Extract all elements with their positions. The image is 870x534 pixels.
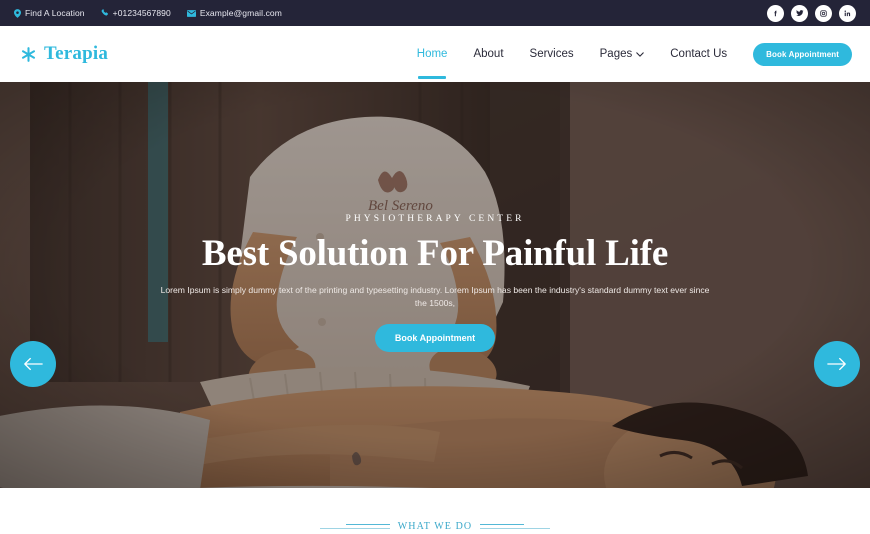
nav-item-about-label: About — [473, 48, 504, 60]
hero-title: Best Solution For Painful Life — [201, 233, 669, 274]
asterisk-icon — [20, 46, 37, 63]
linkedin-icon[interactable] — [839, 4, 856, 22]
eyebrow-rule-left-bottom — [319, 528, 390, 530]
nav-item-contact-us-label: Contact Us — [670, 48, 728, 60]
eyebrow-rule-left-top — [345, 523, 390, 526]
nav-item-home[interactable]: Home — [404, 48, 461, 79]
twitter-icon[interactable] — [791, 4, 808, 22]
what-we-do-label: WHAT WE DO — [397, 521, 473, 532]
instagram-icon[interactable] — [815, 4, 832, 22]
nav-item-home-label: Home — [416, 48, 448, 60]
email-address-label: Example@gmail.com — [199, 8, 282, 18]
site-header: Terapia Home About Services Pages Contac… — [0, 26, 870, 82]
book-appointment-button-header[interactable]: Book Appointment — [753, 42, 852, 66]
envelope-icon — [186, 9, 196, 17]
find-a-location-label: Find A Location — [25, 8, 85, 18]
eyebrow-rule-left — [319, 523, 390, 530]
arrow-right-icon — [827, 357, 847, 371]
phone-icon — [101, 9, 109, 17]
eyebrow-rule-right-bottom — [480, 528, 551, 530]
map-pin-icon — [14, 8, 21, 18]
site-logo-text: Terapia — [44, 43, 109, 64]
top-bar-contact-group: Find A Location +01234567890 Example@gma… — [14, 8, 282, 18]
hero-paragraph: Lorem Ipsum is simply dummy text of the … — [160, 285, 710, 309]
book-appointment-button-hero[interactable]: Book Appointment — [374, 324, 496, 353]
phone-number[interactable]: +01234567890 — [101, 8, 171, 18]
hero-content: PHYSIOTHERAPY CENTER Best Solution For P… — [0, 214, 870, 353]
chevron-down-icon — [636, 51, 645, 57]
carousel-next-button[interactable] — [814, 341, 860, 387]
hero-eyebrow: PHYSIOTHERAPY CENTER — [345, 214, 525, 224]
find-a-location[interactable]: Find A Location — [14, 8, 85, 18]
nav-active-indicator — [418, 76, 447, 79]
nav-item-about[interactable]: About — [460, 48, 516, 60]
carousel-prev-button[interactable] — [10, 341, 56, 387]
phone-number-label: +01234567890 — [112, 8, 171, 18]
hero-carousel: Bel Sereno — [0, 82, 870, 488]
email-address[interactable]: Example@gmail.com — [186, 8, 282, 18]
nav-item-services[interactable]: Services — [517, 48, 587, 60]
eyebrow-rule-right — [480, 523, 551, 530]
what-we-do-section: WHAT WE DO — [0, 488, 870, 534]
facebook-icon[interactable] — [767, 4, 784, 22]
eyebrow-rule-right-top — [480, 523, 525, 526]
social-links — [767, 4, 856, 22]
main-navigation: Home About Services Pages Contact Us Boo… — [404, 42, 852, 79]
site-logo[interactable]: Terapia — [20, 43, 108, 65]
nav-item-pages-label: Pages — [599, 48, 633, 60]
top-bar: Find A Location +01234567890 Example@gma… — [0, 0, 870, 26]
what-we-do-eyebrow: WHAT WE DO — [319, 521, 551, 532]
nav-item-contact-us[interactable]: Contact Us — [657, 48, 740, 60]
nav-item-services-label: Services — [529, 48, 574, 60]
nav-item-pages[interactable]: Pages — [587, 48, 658, 60]
arrow-left-icon — [23, 357, 43, 371]
